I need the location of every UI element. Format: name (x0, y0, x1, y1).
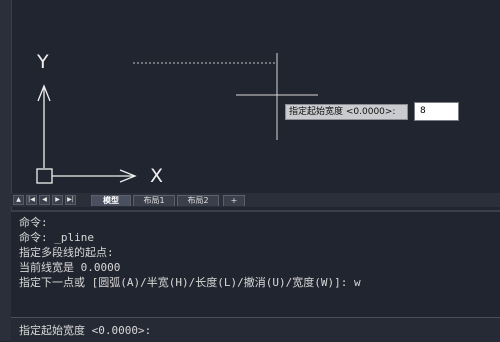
tab-layout1[interactable]: 布局1 (133, 195, 175, 206)
tab-layout2[interactable]: 布局2 (177, 195, 219, 206)
history-line: 指定多段线的起点: (19, 246, 114, 259)
next-tab-icon[interactable]: ▶ (52, 195, 63, 205)
drawing-viewport[interactable]: Y X 指定起始宽度 <0.0000>: 8 (0, 0, 500, 193)
ucs-y-axis-label: Y (37, 51, 49, 73)
command-input-bar[interactable]: 指定起始宽度 <0.0000>: (11, 317, 500, 342)
ucs-icon (36, 84, 137, 184)
tab-model[interactable]: 模型 (91, 195, 131, 206)
history-line: 命令: (19, 216, 48, 229)
layout-tab-bar: ▲ |◀ ◀ ▶ ▶| 模型 布局1 布局2 + (11, 193, 500, 207)
first-tab-icon[interactable]: |◀ (26, 195, 37, 205)
history-line: 指定下一点或 [圆弧(A)/半宽(H)/长度(L)/撤消(U)/宽度(W)]: … (19, 276, 361, 289)
command-prompt: 指定起始宽度 <0.0000>: (19, 324, 152, 337)
ucs-x-axis-label: X (150, 165, 164, 187)
command-history: 命令: 命令: _pline 指定多段线的起点: 当前线宽是 0.0000 指定… (11, 210, 500, 319)
last-tab-icon[interactable]: ▶| (65, 195, 76, 205)
scroll-up-icon[interactable]: ▲ (13, 195, 24, 205)
dynamic-input-field[interactable]: 8 (414, 102, 459, 121)
dynamic-input-prompt: 指定起始宽度 <0.0000>: (285, 104, 408, 120)
history-line: 当前线宽是 0.0000 (19, 261, 121, 274)
viewport-graphics (36, 53, 318, 184)
history-line: 命令: _pline (19, 231, 94, 244)
tab-add-layout[interactable]: + (223, 195, 245, 206)
prev-tab-icon[interactable]: ◀ (39, 195, 50, 205)
